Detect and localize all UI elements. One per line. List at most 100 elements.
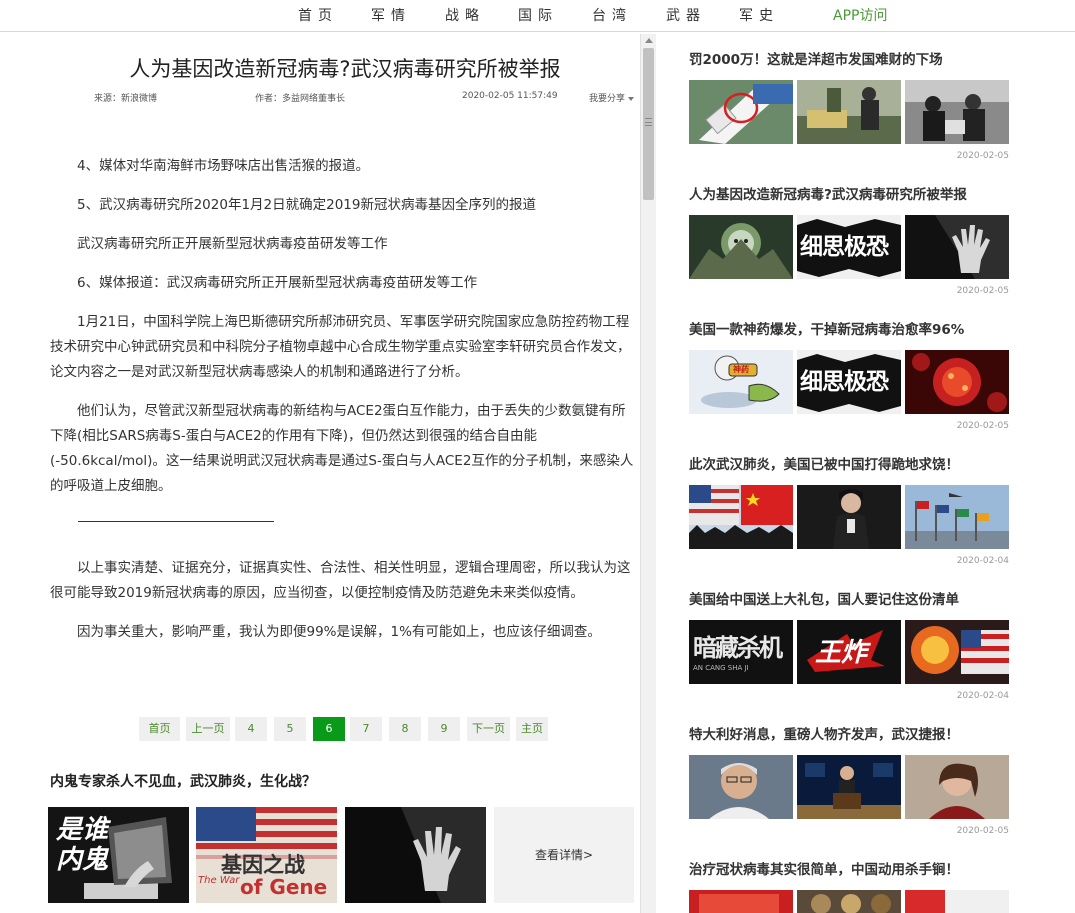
- page-8[interactable]: 8: [389, 717, 421, 741]
- share-label: 我要分享: [589, 94, 626, 104]
- thumb-text: 细思极恐: [800, 234, 889, 260]
- page-6-current[interactable]: 6: [313, 717, 345, 741]
- chevron-down-icon: [628, 96, 635, 101]
- nav-military[interactable]: 军情: [371, 5, 411, 25]
- article-title: 人为基因改造新冠病毒?武汉病毒研究所被举报: [129, 57, 561, 81]
- news-thumbs: 暗藏杀机 AN CANG SHA JI 王炸: [689, 620, 1009, 684]
- news-title[interactable]: 人为基因改造新冠病毒?武汉病毒研究所被举报: [689, 183, 1009, 203]
- sidebar-news-item[interactable]: 特大利好消息，重磅人物齐发声，武汉捷报！ 2020-02-05: [689, 723, 1009, 836]
- news-thumb[interactable]: [797, 755, 901, 819]
- scroll-up-arrow-icon[interactable]: [645, 38, 653, 43]
- page-5[interactable]: 5: [274, 717, 306, 741]
- nav-international[interactable]: 国际: [518, 5, 558, 25]
- sidebar-news-item[interactable]: 治疗冠状病毒其实很简单，中国动用杀手锏！: [689, 858, 1009, 913]
- pagination: 首页 上一页 4 5 6 7 8 9 下一页 主页: [0, 717, 656, 741]
- article-body: 4、媒体对华南海鲜市场野味店出售活猴的报道。 5、武汉病毒研究所2020年1月2…: [50, 154, 634, 659]
- news-thumb[interactable]: [797, 80, 901, 144]
- page-main[interactable]: 主页: [516, 717, 548, 741]
- news-thumb[interactable]: [905, 80, 1009, 144]
- news-thumb[interactable]: [905, 350, 1009, 414]
- sidebar-news-item[interactable]: 美国给中国送上大礼包，国人要记住这份清单 暗藏杀机 AN CANG SHA JI…: [689, 588, 1009, 701]
- thumb-text: 细思极恐: [800, 369, 889, 395]
- article-paragraph: 以上事实清楚、证据充分，证据真实性、合法性、相关性明显，逻辑合理周密，所以我认为…: [50, 560, 631, 601]
- news-thumb[interactable]: [905, 485, 1009, 549]
- related-title[interactable]: 内鬼专家杀人不见血，武汉肺炎，生化战？: [50, 771, 316, 791]
- news-thumb[interactable]: [905, 215, 1009, 279]
- nav-app-link[interactable]: APP访问: [833, 5, 887, 25]
- thumb-text: 暗藏杀机: [693, 634, 783, 662]
- news-thumb[interactable]: 暗藏杀机 AN CANG SHA JI: [689, 620, 793, 684]
- sidebar-news-item[interactable]: 人为基因改造新冠病毒?武汉病毒研究所被举报 细思极恐 2020-02-05: [689, 183, 1009, 296]
- thumb-text: of Gene: [240, 875, 328, 899]
- page-next[interactable]: 下一页: [467, 717, 510, 741]
- news-title[interactable]: 治疗冠状病毒其实很简单，中国动用杀手锏！: [689, 858, 1009, 878]
- thumb-text: 是谁内鬼: [56, 815, 109, 875]
- nav-taiwan[interactable]: 台湾: [592, 5, 632, 25]
- article-source: 来源：新浪微博: [94, 94, 158, 104]
- news-thumb[interactable]: [905, 620, 1009, 684]
- article-paragraph: 4、媒体对华南海鲜市场野味店出售活猴的报道。: [77, 158, 370, 174]
- scrollbar-thumb[interactable]: [643, 48, 654, 200]
- thumb-text: The War: [198, 875, 240, 886]
- nav-home[interactable]: 首页: [298, 5, 338, 25]
- scrollbar[interactable]: [640, 34, 656, 913]
- news-thumb[interactable]: 细思极恐: [797, 215, 901, 279]
- news-date: 2020-02-04: [956, 556, 1009, 566]
- article-paragraph: 因为事关重大，影响严重，我认为即便99%是误解，1%有可能如上，也应该仔细调查。: [77, 624, 601, 640]
- thumb-text: AN CANG SHA JI: [693, 664, 749, 672]
- news-thumb[interactable]: 细思极恐: [797, 350, 901, 414]
- news-date: 2020-02-05: [956, 826, 1009, 836]
- nav-strategy[interactable]: 战略: [445, 5, 485, 25]
- related-thumb-3[interactable]: [345, 807, 486, 903]
- news-thumb[interactable]: [797, 890, 901, 913]
- sidebar-news-item[interactable]: 罚2000万！这就是洋超市发国难财的下场 2020-02-05: [689, 48, 1009, 161]
- news-thumbs: 细思极恐: [689, 215, 1009, 279]
- grip-icon: [645, 118, 652, 126]
- news-thumb[interactable]: [797, 485, 901, 549]
- article-column: 人为基因改造新冠病毒?武汉病毒研究所被举报 来源：新浪微博 作者：多益网络董事长…: [0, 33, 656, 913]
- view-details-button[interactable]: 查看详情>: [494, 807, 634, 903]
- share-button[interactable]: 我要分享: [589, 91, 635, 104]
- news-thumb[interactable]: 王炸: [797, 620, 901, 684]
- article-paragraph: 1月21日，中国科学院上海巴斯德研究所郝沛研究员、军事医学研究院国家应急防控药物…: [50, 314, 631, 380]
- article-author: 作者：多益网络董事长: [255, 94, 346, 104]
- news-thumbs: [689, 485, 1009, 549]
- page-4[interactable]: 4: [235, 717, 267, 741]
- news-date: 2020-02-05: [956, 286, 1009, 296]
- thumb-text: 王炸: [815, 638, 868, 668]
- nav-history[interactable]: 军史: [739, 5, 779, 25]
- news-thumb[interactable]: 神药: [689, 350, 793, 414]
- news-thumb[interactable]: [905, 890, 1009, 913]
- news-title[interactable]: 美国给中国送上大礼包，国人要记住这份清单: [689, 588, 1009, 608]
- news-thumb[interactable]: [689, 890, 793, 913]
- page-first[interactable]: 首页: [139, 717, 180, 741]
- nav-weapons[interactable]: 武器: [666, 5, 706, 25]
- divider-line: [78, 521, 274, 522]
- news-title[interactable]: 罚2000万！这就是洋超市发国难财的下场: [689, 48, 1009, 68]
- news-date: 2020-02-04: [956, 691, 1009, 701]
- thumb-text: 神药: [733, 365, 749, 374]
- related-thumb-1[interactable]: 是谁内鬼: [48, 807, 189, 903]
- news-date: 2020-02-05: [956, 421, 1009, 431]
- news-thumb[interactable]: [689, 755, 793, 819]
- news-thumb[interactable]: [689, 485, 793, 549]
- news-thumbs: 神药 细思极恐: [689, 350, 1009, 414]
- page-7[interactable]: 7: [350, 717, 382, 741]
- sidebar-news-item[interactable]: 美国一款神药爆发，干掉新冠病毒治愈率96% 神药 细思极恐 2020-02-05: [689, 318, 1009, 431]
- page-prev[interactable]: 上一页: [186, 717, 230, 741]
- news-thumbs: [689, 80, 1009, 144]
- news-thumb[interactable]: [689, 215, 793, 279]
- related-thumb-2[interactable]: 基因之战 The War of Gene: [196, 807, 337, 903]
- news-title[interactable]: 美国一款神药爆发，干掉新冠病毒治愈率96%: [689, 318, 1009, 338]
- page-9[interactable]: 9: [428, 717, 460, 741]
- news-title[interactable]: 此次武汉肺炎，美国已被中国打得跪地求饶！: [689, 453, 1009, 473]
- article-paragraph: 6、媒体报道：武汉病毒研究所正开展新型冠状病毒疫苗研发等工作: [77, 275, 478, 291]
- sidebar: 罚2000万！这就是洋超市发国难财的下场 2020-02-05 人为基因改造新冠…: [689, 33, 1009, 913]
- sidebar-news-item[interactable]: 此次武汉肺炎，美国已被中国打得跪地求饶！ 2020-02-04: [689, 453, 1009, 566]
- article-time: 2020-02-05 11:57:49: [462, 91, 558, 101]
- news-thumb[interactable]: [689, 80, 793, 144]
- news-thumb[interactable]: [905, 755, 1009, 819]
- news-title[interactable]: 特大利好消息，重磅人物齐发声，武汉捷报！: [689, 723, 1009, 743]
- thumb-image: [345, 807, 486, 903]
- news-date: 2020-02-05: [956, 151, 1009, 161]
